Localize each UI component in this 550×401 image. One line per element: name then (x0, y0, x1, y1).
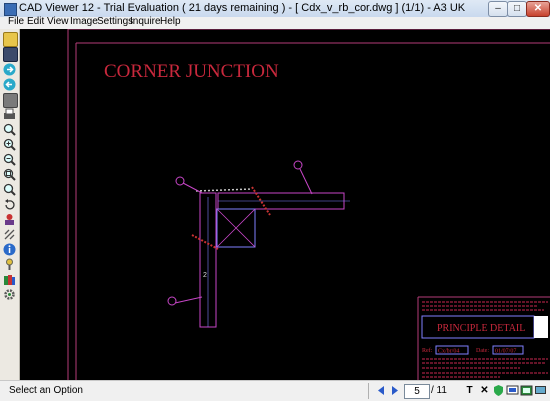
print-icon[interactable] (3, 108, 16, 121)
close-button[interactable]: ✕ (526, 1, 550, 17)
dimension-label: 2 (203, 272, 207, 279)
ref-value: Cx/br/04 (438, 349, 459, 355)
next-page-icon[interactable] (389, 384, 401, 397)
question-icon[interactable] (3, 258, 16, 271)
text-tool-button[interactable]: T (463, 384, 476, 397)
corner-junction-detail: 2 (167, 160, 350, 328)
drawing-heading: CORNER JUNCTION (104, 61, 279, 82)
zoom-window-icon[interactable] (3, 168, 16, 181)
previous-page-icon[interactable] (375, 384, 387, 397)
delete-tool-button[interactable]: ✕ (478, 384, 491, 397)
title-block: PRINCIPLE DETAIL Ref: Cx/br/04 Date: 01/… (417, 296, 550, 380)
date-label: Date: (476, 348, 489, 354)
save-icon[interactable] (3, 47, 18, 62)
menu-bar: File Edit View Image Settings Inquire He… (0, 16, 550, 29)
layers-icon[interactable] (3, 93, 18, 108)
monitor-icon[interactable] (506, 384, 519, 397)
ref-label: Ref: (422, 347, 433, 354)
forward-icon[interactable] (3, 63, 16, 76)
menu-inquire[interactable]: Inquire (130, 16, 161, 27)
menu-file[interactable]: File (8, 16, 24, 27)
status-bar: Select an Option / 11 T ✕ (0, 380, 550, 401)
app-icon (4, 3, 17, 16)
back-icon[interactable] (3, 78, 16, 91)
shield-icon[interactable] (492, 384, 505, 397)
detail-title: PRINCIPLE DETAIL (437, 323, 525, 334)
page-count: / 11 (431, 385, 447, 396)
status-divider (368, 383, 369, 399)
menu-edit[interactable]: Edit (27, 16, 44, 27)
drawing-sheet: CORNER JUNCTION 2 PRINCIPLE DETAIL Ref: … (67, 29, 550, 380)
page-number-input[interactable] (404, 384, 430, 399)
transform-icon[interactable] (3, 213, 16, 226)
image-icon[interactable] (520, 384, 533, 397)
menu-settings[interactable]: Settings (97, 16, 133, 27)
zoom-extents-icon[interactable] (3, 183, 16, 196)
info-icon[interactable] (3, 243, 16, 256)
settings-icon[interactable] (3, 288, 16, 301)
open-folder-icon[interactable] (3, 32, 18, 47)
date-value: 01/07/07 (495, 349, 516, 355)
menu-image[interactable]: Image (70, 16, 98, 27)
drawing-canvas[interactable]: CORNER JUNCTION 2 PRINCIPLE DETAIL Ref: … (20, 29, 550, 380)
tool-palette (0, 29, 20, 380)
window-title: CAD Viewer 12 - Trial Evaluation ( 21 da… (19, 2, 466, 14)
menu-help[interactable]: Help (160, 16, 181, 27)
zoom-in-icon[interactable] (3, 138, 16, 151)
zoom-out-icon[interactable] (3, 153, 16, 166)
minimize-button[interactable]: – (488, 1, 508, 17)
status-text: Select an Option (9, 385, 83, 396)
undo-icon[interactable] (3, 198, 16, 211)
maximize-button[interactable]: □ (507, 1, 527, 17)
zoom-icon[interactable] (3, 123, 16, 136)
menu-view[interactable]: View (47, 16, 69, 27)
books-icon[interactable] (3, 273, 16, 286)
display-icon[interactable] (534, 384, 547, 397)
scale-icon[interactable] (3, 228, 16, 241)
